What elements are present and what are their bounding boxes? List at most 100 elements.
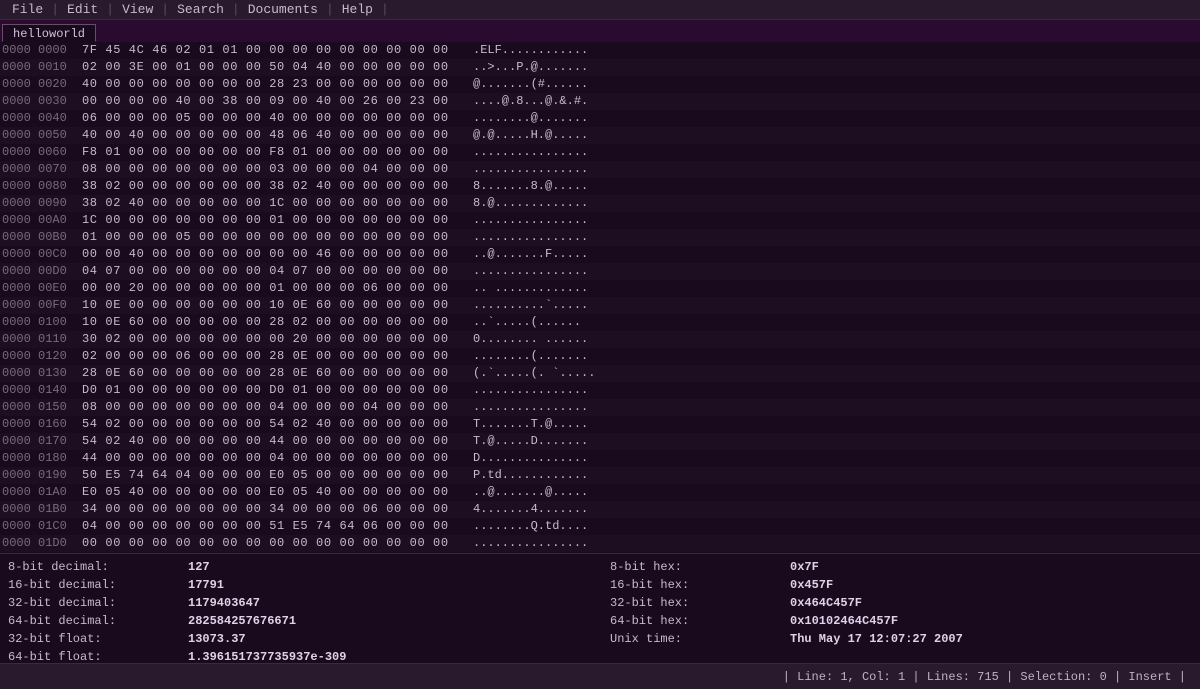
- hex-row[interactable]: 0000 01B034 00 00 00 00 00 00 00 34 00 0…: [0, 501, 1200, 518]
- bit32-hex-value: 0x464C457F: [790, 596, 862, 610]
- hex-ascii: ................: [467, 161, 588, 178]
- status-line-label: | Line: 1, Col: 1 | Lines: 715 | Selecti…: [783, 670, 1186, 684]
- hex-row[interactable]: 0000 015008 00 00 00 00 00 00 00 04 00 0…: [0, 399, 1200, 416]
- hex-row[interactable]: 0000 007008 00 00 00 00 00 00 00 03 00 0…: [0, 161, 1200, 178]
- hex-row[interactable]: 0000 01E000 00 00 00 00 00 00 00 00 00 0…: [0, 552, 1200, 553]
- hex-row[interactable]: 0000 0140D0 01 00 00 00 00 00 00 D0 01 0…: [0, 382, 1200, 399]
- hex-bytes[interactable]: 1C 00 00 00 00 00 00 00 01 00 00 00 00 0…: [82, 212, 467, 229]
- hex-row[interactable]: 0000 001002 00 3E 00 01 00 00 00 50 04 4…: [0, 59, 1200, 76]
- hex-bytes[interactable]: 40 00 00 00 00 00 00 00 28 23 00 00 00 0…: [82, 76, 467, 93]
- hex-ascii: ..@.......@.....: [467, 484, 588, 501]
- hex-bytes[interactable]: 7F 45 4C 46 02 01 01 00 00 00 00 00 00 0…: [82, 42, 467, 59]
- menu-file[interactable]: File: [4, 0, 51, 20]
- hex-ascii: .ELF............: [467, 42, 588, 59]
- hex-bytes[interactable]: 34 00 00 00 00 00 00 00 34 00 00 00 06 0…: [82, 501, 467, 518]
- hex-bytes[interactable]: 28 0E 60 00 00 00 00 00 28 0E 60 00 00 0…: [82, 365, 467, 382]
- float64-label: 64-bit float:: [8, 650, 188, 664]
- hex-address: 0000 0160: [2, 416, 82, 433]
- hex-ascii: 8.@.............: [467, 195, 588, 212]
- hex-address: 0000 00C0: [2, 246, 82, 263]
- hex-row[interactable]: 0000 009038 02 40 00 00 00 00 00 1C 00 0…: [0, 195, 1200, 212]
- hex-bytes[interactable]: 00 00 00 00 00 00 00 00 00 00 00 00 00 0…: [82, 535, 467, 552]
- hex-ascii: ..@.......F.....: [467, 246, 588, 263]
- menu-help[interactable]: Help: [334, 0, 381, 20]
- hex-row[interactable]: 0000 004006 00 00 00 05 00 00 00 40 00 0…: [0, 110, 1200, 127]
- hex-bytes[interactable]: E0 05 40 00 00 00 00 00 E0 05 40 00 00 0…: [82, 484, 467, 501]
- hex-ascii: ................: [467, 144, 588, 161]
- bit16-hex-label: 16-bit hex:: [610, 578, 790, 592]
- hex-row[interactable]: 0000 011030 02 00 00 00 00 00 00 00 20 0…: [0, 331, 1200, 348]
- hex-row[interactable]: 0000 019050 E5 74 64 04 00 00 00 E0 05 0…: [0, 467, 1200, 484]
- hex-row[interactable]: 0000 005040 00 40 00 00 00 00 00 48 06 4…: [0, 127, 1200, 144]
- statusbar: | Line: 1, Col: 1 | Lines: 715 | Selecti…: [0, 663, 1200, 689]
- hex-address: 0000 0050: [2, 127, 82, 144]
- hex-ascii: ................: [467, 212, 588, 229]
- tab-helloworld[interactable]: helloworld: [2, 24, 96, 42]
- hex-bytes[interactable]: 54 02 00 00 00 00 00 00 54 02 40 00 00 0…: [82, 416, 467, 433]
- unix-label: Unix time:: [610, 632, 790, 646]
- menu-documents[interactable]: Documents: [240, 0, 326, 20]
- hex-row[interactable]: 0000 00A01C 00 00 00 00 00 00 00 01 00 0…: [0, 212, 1200, 229]
- hex-bytes[interactable]: 02 00 3E 00 01 00 00 00 50 04 40 00 00 0…: [82, 59, 467, 76]
- menu-search[interactable]: Search: [169, 0, 232, 20]
- hex-bytes[interactable]: 08 00 00 00 00 00 00 00 04 00 00 00 04 0…: [82, 399, 467, 416]
- hex-row[interactable]: 0000 00D004 07 00 00 00 00 00 00 04 07 0…: [0, 263, 1200, 280]
- hex-bytes[interactable]: 54 02 40 00 00 00 00 00 44 00 00 00 00 0…: [82, 433, 467, 450]
- hex-bytes[interactable]: 00 00 00 00 00 00 00 00 00 00 00 00 00 0…: [82, 552, 467, 553]
- hex-bytes[interactable]: 10 0E 00 00 00 00 00 00 10 0E 60 00 00 0…: [82, 297, 467, 314]
- hex-row[interactable]: 0000 0060F8 01 00 00 00 00 00 00 F8 01 0…: [0, 144, 1200, 161]
- float32-value: 13073.37: [188, 632, 246, 646]
- hex-bytes[interactable]: 01 00 00 00 05 00 00 00 00 00 00 00 00 0…: [82, 229, 467, 246]
- hex-row[interactable]: 0000 01C004 00 00 00 00 00 00 00 51 E5 7…: [0, 518, 1200, 535]
- hex-row[interactable]: 0000 013028 0E 60 00 00 00 00 00 28 0E 6…: [0, 365, 1200, 382]
- hex-address: 0000 01D0: [2, 535, 82, 552]
- hex-row[interactable]: 0000 012002 00 00 00 06 00 00 00 28 0E 0…: [0, 348, 1200, 365]
- hex-ascii: D...............: [467, 450, 588, 467]
- hex-address: 0000 00A0: [2, 212, 82, 229]
- hex-bytes[interactable]: 10 0E 60 00 00 00 00 00 28 02 00 00 00 0…: [82, 314, 467, 331]
- hex-ascii: ................: [467, 552, 588, 553]
- hex-address: 0000 01B0: [2, 501, 82, 518]
- hex-bytes[interactable]: 04 07 00 00 00 00 00 00 04 07 00 00 00 0…: [82, 263, 467, 280]
- hex-bytes[interactable]: 00 00 00 00 40 00 38 00 09 00 40 00 26 0…: [82, 93, 467, 110]
- hex-bytes[interactable]: 40 00 40 00 00 00 00 00 48 06 40 00 00 0…: [82, 127, 467, 144]
- bit16-hex-value: 0x457F: [790, 578, 833, 592]
- hex-address: 0000 0180: [2, 450, 82, 467]
- menu-sep-4: |: [232, 0, 240, 20]
- hex-bytes[interactable]: 44 00 00 00 00 00 00 00 04 00 00 00 00 0…: [82, 450, 467, 467]
- hex-row[interactable]: 0000 016054 02 00 00 00 00 00 00 54 02 4…: [0, 416, 1200, 433]
- hex-row[interactable]: 0000 008038 02 00 00 00 00 00 00 38 02 4…: [0, 178, 1200, 195]
- tab-label: helloworld: [13, 27, 85, 41]
- bit64-decimal-value: 282584257676671: [188, 614, 296, 628]
- bit8-hex-label: 8-bit hex:: [610, 560, 790, 574]
- hex-row[interactable]: 0000 00C000 00 40 00 00 00 00 00 00 00 4…: [0, 246, 1200, 263]
- hex-row[interactable]: 0000 017054 02 40 00 00 00 00 00 44 00 0…: [0, 433, 1200, 450]
- hex-bytes[interactable]: 38 02 00 00 00 00 00 00 38 02 40 00 00 0…: [82, 178, 467, 195]
- hex-bytes[interactable]: 00 00 40 00 00 00 00 00 00 00 46 00 00 0…: [82, 246, 467, 263]
- hex-row[interactable]: 0000 018044 00 00 00 00 00 00 00 04 00 0…: [0, 450, 1200, 467]
- hex-row[interactable]: 0000 00E000 00 20 00 00 00 00 00 01 00 0…: [0, 280, 1200, 297]
- hex-bytes[interactable]: 04 00 00 00 00 00 00 00 51 E5 74 64 06 0…: [82, 518, 467, 535]
- hex-address: 0000 0140: [2, 382, 82, 399]
- hex-bytes[interactable]: 30 02 00 00 00 00 00 00 00 20 00 00 00 0…: [82, 331, 467, 348]
- hex-address: 0000 00F0: [2, 297, 82, 314]
- hex-bytes[interactable]: 00 00 20 00 00 00 00 00 01 00 00 00 06 0…: [82, 280, 467, 297]
- hex-bytes[interactable]: F8 01 00 00 00 00 00 00 F8 01 00 00 00 0…: [82, 144, 467, 161]
- hex-row[interactable]: 0000 01A0E0 05 40 00 00 00 00 00 E0 05 4…: [0, 484, 1200, 501]
- hex-row[interactable]: 0000 00F010 0E 00 00 00 00 00 00 10 0E 6…: [0, 297, 1200, 314]
- menu-view[interactable]: View: [114, 0, 161, 20]
- hex-bytes[interactable]: 06 00 00 00 05 00 00 00 40 00 00 00 00 0…: [82, 110, 467, 127]
- hex-row[interactable]: 0000 003000 00 00 00 40 00 38 00 09 00 4…: [0, 93, 1200, 110]
- hex-row[interactable]: 0000 002040 00 00 00 00 00 00 00 28 23 0…: [0, 76, 1200, 93]
- menu-edit[interactable]: Edit: [59, 0, 106, 20]
- hex-row[interactable]: 0000 00007F 45 4C 46 02 01 01 00 00 00 0…: [0, 42, 1200, 59]
- hex-bytes[interactable]: 02 00 00 00 06 00 00 00 28 0E 00 00 00 0…: [82, 348, 467, 365]
- hex-row[interactable]: 0000 010010 0E 60 00 00 00 00 00 28 02 0…: [0, 314, 1200, 331]
- hex-bytes[interactable]: 50 E5 74 64 04 00 00 00 E0 05 00 00 00 0…: [82, 467, 467, 484]
- hex-bytes[interactable]: 38 02 40 00 00 00 00 00 1C 00 00 00 00 0…: [82, 195, 467, 212]
- hex-row[interactable]: 0000 01D000 00 00 00 00 00 00 00 00 00 0…: [0, 535, 1200, 552]
- hex-bytes[interactable]: 08 00 00 00 00 00 00 00 03 00 00 00 04 0…: [82, 161, 467, 178]
- hex-bytes[interactable]: D0 01 00 00 00 00 00 00 D0 01 00 00 00 0…: [82, 382, 467, 399]
- hex-address: 0000 0170: [2, 433, 82, 450]
- hex-row[interactable]: 0000 00B001 00 00 00 05 00 00 00 00 00 0…: [0, 229, 1200, 246]
